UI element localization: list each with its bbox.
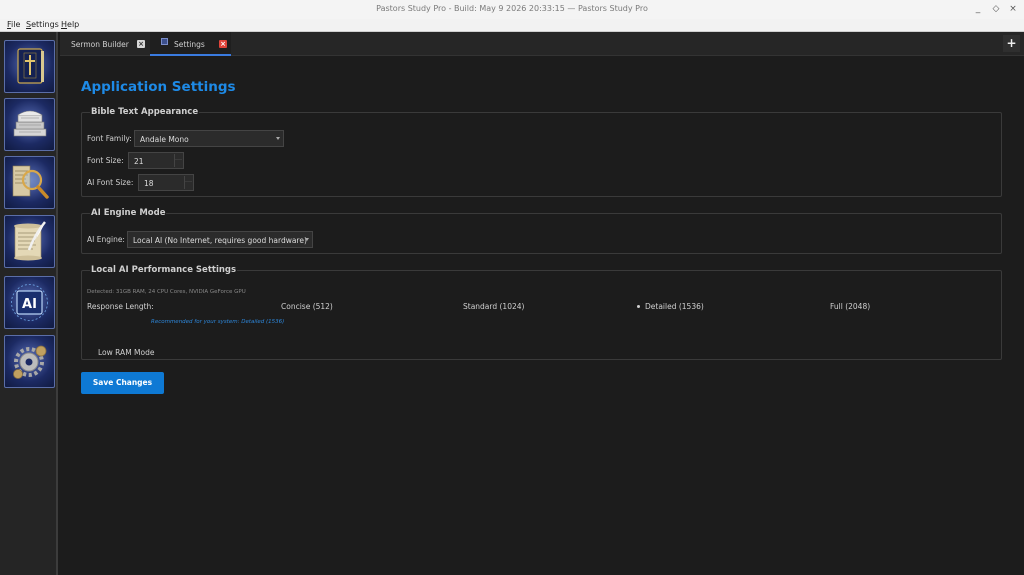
library-books-icon: [13, 110, 47, 137]
group-title: Bible Text Appearance: [90, 107, 200, 117]
radio-standard[interactable]: Standard (1024): [463, 302, 524, 311]
window-titlebar: Pastors Study Pro - Build: May 9 2026 20…: [0, 0, 1024, 19]
response-length-label: Response Length:: [87, 302, 154, 311]
sidebar-item-library[interactable]: [4, 98, 55, 151]
radio-concise[interactable]: Concise (512): [281, 302, 333, 311]
spinbox-buttons[interactable]: [174, 154, 182, 167]
tab-close-icon[interactable]: ×: [219, 40, 227, 48]
group-title: Local AI Performance Settings: [90, 265, 238, 275]
window-title: Pastors Study Pro - Build: May 9 2026 20…: [376, 4, 648, 13]
sidebar-item-search[interactable]: [4, 156, 55, 209]
tab-label: Settings: [174, 40, 205, 49]
bible-book-icon: [17, 48, 44, 84]
radio-detailed[interactable]: Detailed (1536): [637, 302, 704, 311]
ai-engine-label: AI Engine:: [87, 235, 125, 244]
sidebar-item-sermon[interactable]: [4, 215, 55, 268]
tab-close-icon[interactable]: ×: [137, 40, 145, 48]
font-size-label: Font Size:: [87, 156, 124, 165]
settings-page: Application Settings Bible Text Appearan…: [60, 57, 1024, 575]
font-family-select[interactable]: Andale Mono: [134, 130, 284, 147]
recommendation-text: Recommended for your system: Detailed (1…: [151, 319, 285, 325]
detected-hardware-text: Detected: 31GB RAM, 24 CPU Cores, NVIDIA…: [87, 289, 246, 295]
menu-bar: File Settings Help: [0, 19, 1024, 32]
quill-scroll-icon: [14, 221, 46, 261]
save-changes-button[interactable]: Save Changes: [81, 372, 164, 394]
chevron-down-icon: [305, 238, 309, 241]
sidebar-item-ai[interactable]: AI: [4, 276, 55, 329]
sidebar: AI: [0, 32, 58, 575]
page-title: Application Settings: [81, 79, 236, 95]
radio-selected-indicator: [637, 304, 640, 308]
ai-engine-mode-group: AI Engine Mode AI Engine: Local AI (No I…: [81, 208, 1002, 254]
font-family-label: Font Family:: [87, 134, 132, 143]
close-window-button[interactable]: ×: [1006, 2, 1020, 16]
tab-bar: Sermon Builder × Settings × +: [60, 32, 1024, 56]
group-title: AI Engine Mode: [90, 208, 167, 218]
bible-text-appearance-group: Bible Text Appearance Font Family: Andal…: [81, 107, 1002, 197]
ai-engine-value: Local AI (No Internet, requires good har…: [133, 236, 307, 245]
gears-icon: [13, 345, 47, 379]
tab-settings[interactable]: Settings ×: [150, 32, 231, 56]
low-ram-mode-checkbox[interactable]: Low RAM Mode: [98, 348, 154, 357]
ai-font-size-spinbox[interactable]: 18: [138, 174, 194, 191]
magnifier-scroll-icon: [12, 165, 49, 199]
chevron-down-icon: [276, 137, 280, 140]
ai-font-size-value: 18: [144, 179, 154, 188]
ai-font-size-label: AI Font Size:: [87, 178, 134, 187]
restore-button[interactable]: ◇: [989, 2, 1003, 16]
ai-chip-text: AI: [22, 297, 37, 312]
ai-chip-icon: AI: [11, 284, 48, 321]
settings-tab-icon: [161, 38, 168, 45]
ai-engine-select[interactable]: Local AI (No Internet, requires good har…: [127, 231, 313, 248]
font-family-value: Andale Mono: [140, 135, 189, 144]
sidebar-item-bible[interactable]: [4, 40, 55, 93]
font-size-spinbox[interactable]: 21: [128, 152, 184, 169]
radio-full[interactable]: Full (2048): [830, 302, 870, 311]
sidebar-item-settings[interactable]: [4, 335, 55, 388]
tab-sermon-builder[interactable]: Sermon Builder ×: [60, 32, 149, 56]
minimize-button[interactable]: _: [971, 2, 985, 16]
menu-help[interactable]: Help: [61, 20, 79, 29]
spinbox-buttons[interactable]: [184, 176, 192, 189]
menu-settings[interactable]: Settings: [26, 20, 59, 29]
tab-label: Sermon Builder: [71, 40, 129, 49]
local-ai-performance-group: Local AI Performance Settings Detected: …: [81, 265, 1002, 360]
menu-file[interactable]: File: [7, 20, 20, 29]
new-tab-button[interactable]: +: [1003, 35, 1020, 52]
font-size-value: 21: [134, 157, 144, 166]
